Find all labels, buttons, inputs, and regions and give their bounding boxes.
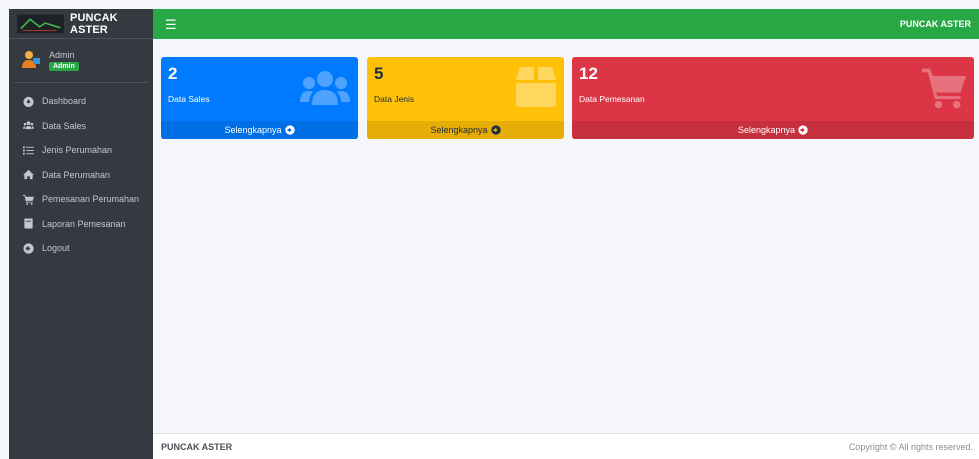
page-footer: PUNCAK ASTER Copyright © All rights rese… <box>153 433 979 459</box>
dashboard-icon <box>22 95 34 107</box>
list-icon <box>22 144 34 156</box>
sidebar-item-logout[interactable]: Logout <box>9 236 153 261</box>
footer-brand: PUNCAK ASTER <box>161 441 233 452</box>
pemesanan-card: 12 Data Pemesanan Selengkapnya <box>572 57 974 139</box>
cart-icon <box>922 68 966 109</box>
arrow-circle-right-icon <box>490 125 501 135</box>
more-link-label: Selengkapnya <box>224 125 282 135</box>
sales-card: 2 Data Sales Selengkapnya <box>161 57 358 139</box>
sidebar-item-pemesanan-perumahan[interactable]: Pemesanan Perumahan <box>9 187 153 212</box>
sidebar-item-laporan-pemesanan[interactable]: Laporan Pemesanan <box>9 212 153 237</box>
sidebar-item-jenis-perumahan[interactable]: Jenis Perumahan <box>9 138 153 163</box>
user-name: Admin <box>49 50 75 60</box>
cart-icon <box>22 193 34 205</box>
sidebar-item-label: Pemesanan Perumahan <box>42 194 140 205</box>
hamburger-icon[interactable]: ☰ <box>165 18 177 31</box>
sidebar-item-label: Jenis Perumahan <box>42 145 113 156</box>
brand-link[interactable]: PUNCAK ASTER <box>9 9 153 39</box>
user-panel[interactable]: Admin Admin <box>14 39 148 83</box>
arrow-circle-icon <box>22 242 34 254</box>
box-icon <box>516 67 556 107</box>
sidebar: PUNCAK ASTER Admin Admin Dashboard Data … <box>9 9 153 459</box>
book-icon <box>22 218 34 230</box>
brand-title: PUNCAK ASTER <box>70 11 118 36</box>
pemesanan-more-link[interactable]: Selengkapnya <box>572 121 974 139</box>
jenis-more-link[interactable]: Selengkapnya <box>367 121 564 139</box>
sidebar-nav: Dashboard Data Sales Jenis Perumahan Dat… <box>9 83 153 261</box>
more-link-label: Selengkapnya <box>430 125 488 135</box>
sidebar-item-data-perumahan[interactable]: Data Perumahan <box>9 163 153 188</box>
home-icon <box>22 169 34 181</box>
sidebar-item-label: Data Perumahan <box>42 169 111 180</box>
sales-more-link[interactable]: Selengkapnya <box>161 121 358 139</box>
top-navbar: ☰ PUNCAK ASTER <box>153 9 979 39</box>
avatar <box>22 51 40 68</box>
sidebar-item-label: Logout <box>42 243 70 254</box>
navbar-title[interactable]: PUNCAK ASTER <box>900 19 971 29</box>
role-badge: Admin <box>49 62 79 71</box>
users-icon <box>300 71 350 105</box>
jenis-card: 5 Data Jenis Selengkapnya <box>367 57 564 139</box>
users-icon <box>22 120 34 132</box>
pemesanan-label: Data Pemesanan <box>579 94 645 104</box>
sidebar-item-label: Data Sales <box>42 120 87 131</box>
sidebar-item-label: Dashboard <box>42 96 87 107</box>
sidebar-item-dashboard[interactable]: Dashboard <box>9 89 153 114</box>
arrow-circle-right-icon <box>798 125 808 135</box>
copyright-text: Copyright © All rights reserved. <box>848 441 973 452</box>
brand-logo-icon <box>17 14 65 33</box>
arrow-circle-right-icon <box>284 125 295 135</box>
sidebar-item-label: Laporan Pemesanan <box>42 218 126 229</box>
more-link-label: Selengkapnya <box>737 125 796 135</box>
sidebar-item-data-sales[interactable]: Data Sales <box>9 114 153 139</box>
pemesanan-count: 12 <box>579 64 598 83</box>
